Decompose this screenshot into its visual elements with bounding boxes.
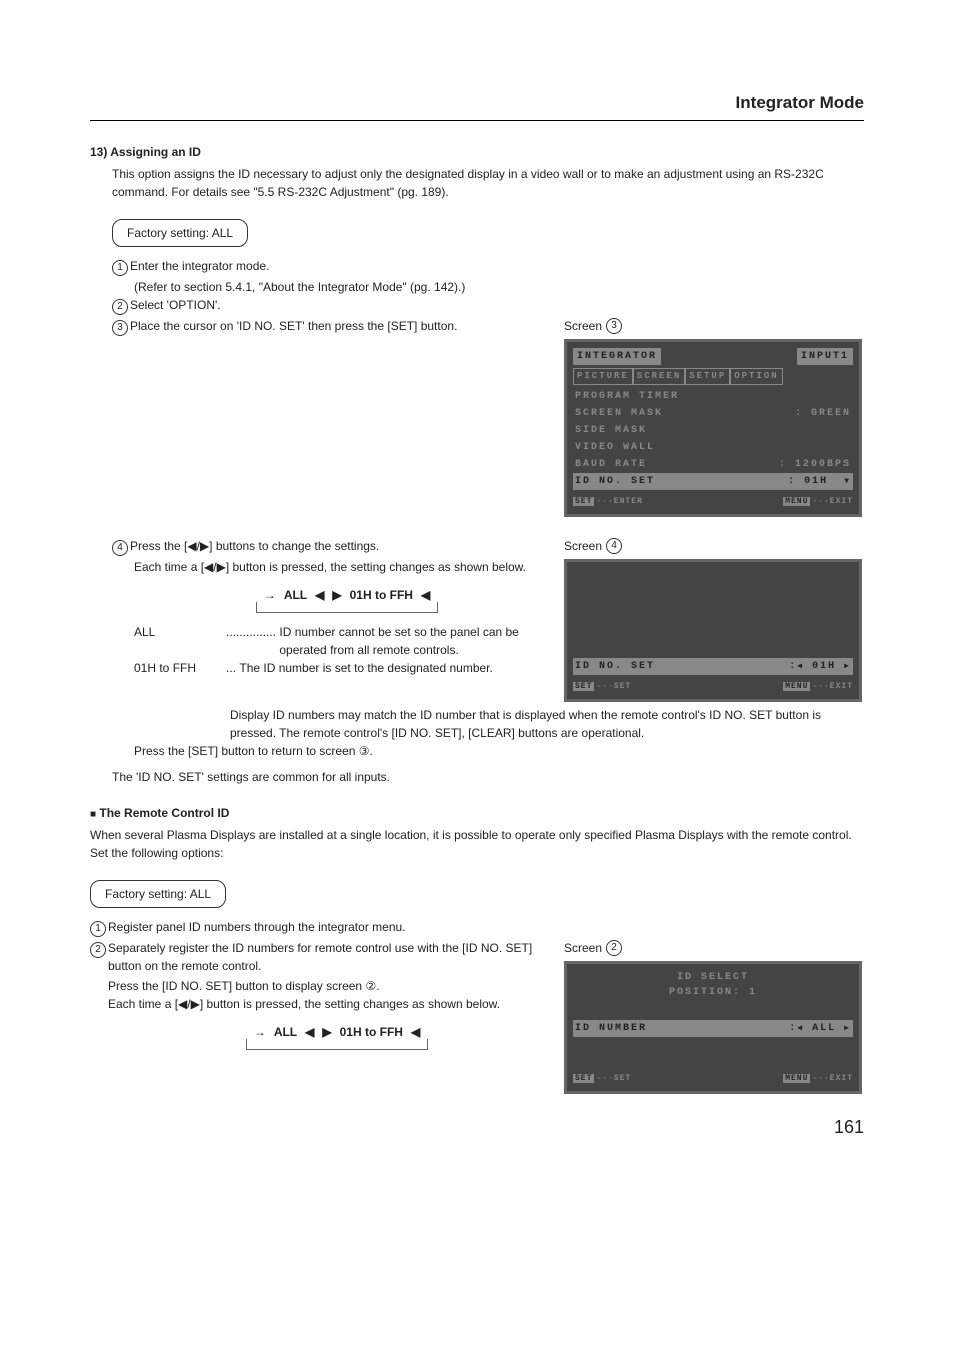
osd3-row: PROGRAM TIMER — [573, 388, 853, 405]
osd3-row: SCREEN MASK: GREEN — [573, 405, 853, 422]
remote-control-heading: ■ The Remote Control ID — [90, 804, 864, 822]
page-number: 161 — [90, 1114, 864, 1141]
step-4-sub: Each time a [◀/▶] button is pressed, the… — [90, 558, 544, 576]
remote-step-2-text: Separately register the ID numbers for r… — [108, 939, 544, 975]
definition-ffh: 01H to FFH ... The ID number is set to t… — [134, 659, 544, 677]
menu-hint-icon: MENU — [783, 497, 810, 506]
triangle-down-icon — [844, 476, 851, 487]
circled-4-icon: 4 — [112, 540, 128, 556]
circled-2-icon: 2 — [112, 299, 128, 315]
set-hint-icon: SET — [573, 497, 594, 506]
screen-3-label: Screen 3 — [564, 317, 864, 335]
osd3-title: INTEGRATOR — [573, 348, 661, 365]
menu-hint-icon: MENU — [783, 682, 810, 691]
factory-setting-box: Factory setting: ALL — [112, 219, 248, 247]
page-title: Integrator Mode — [90, 90, 864, 121]
cycle-diagram-2: → ALL ◀ ▶ 01H to FFH ◀ — [90, 1023, 544, 1050]
osd3-tab: SETUP — [685, 368, 730, 386]
osd3-tab: SCREEN — [633, 368, 685, 386]
square-bullet-icon: ■ — [90, 809, 96, 820]
osd-screen-2: ID SELECT POSITION: 1 ID NUMBER : ALL SE… — [564, 961, 862, 1094]
step-3-text: Place the cursor on 'ID NO. SET' then pr… — [130, 317, 457, 335]
circled-2-icon: 2 — [90, 942, 106, 958]
circled-4-icon: 4 — [606, 538, 622, 554]
osd3-row: BAUD RATE: 1200BPS — [573, 456, 853, 473]
osd3-row: VIDEO WALL — [573, 439, 853, 456]
triangle-right-icon — [844, 1023, 851, 1034]
step-2: 2 Select 'OPTION'. — [90, 296, 864, 315]
circled-1-icon: 1 — [112, 260, 128, 276]
circled-3-icon: 3 — [606, 318, 622, 334]
osd3-input: INPUT1 — [797, 348, 853, 365]
remote-step-2: 2 Separately register the ID numbers for… — [90, 939, 544, 975]
triangle-left-icon — [797, 661, 804, 672]
step-4: 4 Press the [◀/▶] buttons to change the … — [90, 537, 544, 556]
osd3-tab: PICTURE — [573, 368, 633, 386]
step-2-text: Select 'OPTION'. — [130, 296, 221, 314]
intro-text: This option assigns the ID necessary to … — [90, 165, 864, 201]
step-1-text: Enter the integrator mode. — [130, 257, 269, 275]
osd2-title: ID SELECT — [573, 970, 853, 985]
osd3-row: SIDE MASK — [573, 422, 853, 439]
remote-step-1-text: Register panel ID numbers through the in… — [108, 918, 406, 936]
remote-step-1: 1 Register panel ID numbers through the … — [90, 918, 864, 937]
screen-4-label: Screen 4 — [564, 537, 864, 555]
menu-hint-icon: MENU — [783, 1074, 810, 1083]
circled-3-icon: 3 — [112, 320, 128, 336]
osd2-position: POSITION: 1 — [573, 985, 853, 1000]
set-hint-icon: SET — [573, 1074, 594, 1083]
screen-2-label: Screen 2 — [564, 939, 864, 957]
osd2-row: ID NUMBER : ALL — [573, 1020, 853, 1037]
factory-setting-box: Factory setting: ALL — [90, 880, 226, 908]
circled-2-icon: 2 — [606, 940, 622, 956]
remote-intro: When several Plasma Displays are install… — [90, 826, 864, 862]
step-3: 3 Place the cursor on 'ID NO. SET' then … — [90, 317, 544, 336]
definition-all: ALL ............... ID number cannot be … — [134, 623, 544, 659]
note-common: The 'ID NO. SET' settings are common for… — [90, 768, 864, 786]
step-1: 1 Enter the integrator mode. — [90, 257, 864, 276]
note-return: Press the [SET] button to return to scre… — [90, 742, 864, 760]
osd3-tab: OPTION — [730, 368, 782, 386]
set-hint-icon: SET — [573, 682, 594, 691]
osd-screen-3: INTEGRATOR INPUT1 PICTURE SCREEN SETUP O… — [564, 339, 862, 518]
osd-screen-4: ID NO. SET : 01H SET···SET MENU···EXIT — [564, 559, 862, 702]
step-1-sub: (Refer to section 5.4.1, "About the Inte… — [90, 278, 864, 296]
osd3-row-selected: ID NO. SET: 01H — [573, 473, 853, 490]
osd4-row: ID NO. SET : 01H — [573, 658, 853, 675]
heading-13: 13) Assigning an ID — [90, 143, 864, 161]
cycle-diagram: → ALL ◀ ▶ 01H to FFH ◀ — [90, 586, 544, 613]
note-id-match: Display ID numbers may match the ID numb… — [90, 706, 864, 742]
triangle-left-icon — [797, 1023, 804, 1034]
triangle-right-icon — [844, 661, 851, 672]
remote-step-2a: Press the [ID NO. SET] button to display… — [90, 977, 544, 995]
remote-step-2b: Each time a [◀/▶] button is pressed, the… — [90, 995, 544, 1013]
circled-1-icon: 1 — [90, 921, 106, 937]
step-4-text: Press the [◀/▶] buttons to change the se… — [130, 537, 379, 555]
